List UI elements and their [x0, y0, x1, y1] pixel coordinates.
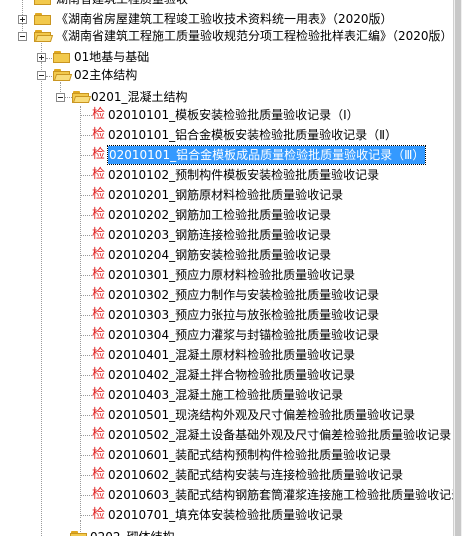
tree-connector [80, 115, 92, 116]
tree-connector [80, 355, 92, 356]
inspection-form-icon: 检 [92, 447, 106, 462]
folder-icon [70, 531, 88, 536]
tree-leaf-label: 02010201_钢筋原材料检验批质量验收记录 [108, 188, 344, 202]
tree-connector [80, 235, 92, 236]
folder-icon [34, 0, 52, 5]
tree-leaf-label: 02010304_预应力灌浆与封锚检验批质量验收记录 [108, 328, 380, 342]
tree-connector [80, 415, 92, 416]
inspection-form-icon: 检 [92, 307, 106, 322]
tree-leaf-label: 02010402_混凝土拌合物检验批质量验收记录 [108, 368, 356, 382]
tree-connector [80, 455, 92, 456]
vertical-scrollbar[interactable] [453, 0, 462, 536]
tree-node-main-structure[interactable]: 02主体结构 [36, 66, 454, 84]
tree-connector [80, 135, 92, 136]
tree-node-label: 《湖南省建筑工程施工质量验收规范分项工程检验批样表汇编》（2020版） [56, 29, 453, 43]
tree-leaf-label: 02010101_铝合金模板安装检验批质量验收记录（Ⅱ） [108, 128, 397, 142]
tree-node-inspection-lot-samples[interactable]: 《湖南省建筑工程施工质量验收规范分项工程检验批样表汇编》（2020版） [16, 27, 454, 45]
tree-leaf-label: 02010203_钢筋连接检验批质量验收记录 [108, 228, 332, 242]
tree-leaf-label: 02010502_混凝土设备基础外观及尺寸偏差检验批质量验收记录 [108, 428, 452, 442]
tree-node-label: 湖南省建筑工程质量验收 [56, 0, 188, 8]
tree-node-label: 01地基与基础 [74, 50, 150, 64]
tree-node-label: 0201_混凝土结构 [91, 90, 188, 104]
inspection-form-icon: 检 [92, 167, 106, 182]
tree-leaf-label: 02010401_混凝土原材料检验批质量验收记录 [108, 348, 356, 362]
tree-connector [80, 515, 92, 516]
folder-icon [34, 13, 52, 25]
tree-leaf-label: 02010403_混凝土施工检验批质量验收记录 [108, 388, 344, 402]
tree-connector [80, 435, 92, 436]
tree-leaf-label: 02010701_填充体安装检验批质量验收记录 [108, 508, 344, 522]
inspection-form-icon: 检 [92, 467, 106, 482]
tree-node-label: 《湖南省房屋建筑工程竣工验收技术资料统一用表》（2020版） [56, 12, 393, 26]
scrollbar-thumb[interactable] [455, 0, 461, 536]
tree-leaf-label: 02010302_预应力制作与安装检验批质量验收记录 [108, 288, 380, 302]
tree-view[interactable]: 湖南省建筑工程质量验收 《湖南省房屋建筑工程竣工验收技术资料统一用表》（2020… [0, 0, 454, 536]
tree-connector [80, 195, 92, 196]
tree-connector [80, 295, 92, 296]
tree-connector [80, 255, 92, 256]
tree-connector [80, 215, 92, 216]
tree-leaf-label: 02010602_装配式结构安装与连接检验批质量验收记录 [108, 468, 404, 482]
tree-connector [80, 155, 92, 156]
tree-node-masonry-structure[interactable]: 0202_砌体结构 [70, 528, 454, 536]
inspection-form-icon: 检 [92, 347, 106, 362]
tree-leaf-label: 02010101_铝合金模板成品质量检验批质量验收记录（Ⅲ） [106, 145, 427, 165]
collapse-minus-icon[interactable] [37, 71, 46, 80]
tree-leaf-label: 02010204_钢筋安装检验批质量验收记录 [108, 248, 332, 262]
inspection-form-icon: 检 [92, 247, 106, 262]
collapse-minus-icon[interactable] [18, 32, 27, 41]
tree-connector [80, 395, 92, 396]
folder-open-icon [72, 91, 92, 103]
inspection-form-icon: 检 [92, 327, 106, 342]
tree-node-foundation[interactable]: 01地基与基础 [36, 48, 454, 66]
collapse-minus-icon[interactable] [56, 93, 65, 102]
tree-leaf-label: 02010603_装配式结构钢筋套筒灌浆连接施工检验批质量验收记录 [108, 488, 454, 502]
inspection-form-icon: 检 [92, 387, 106, 402]
tree-connector [80, 475, 92, 476]
expand-plus-icon[interactable] [37, 53, 46, 62]
folder-open-icon [34, 30, 54, 42]
inspection-form-icon: 检 [92, 227, 106, 242]
tree-leaf-label: 02010202_钢筋加工检验批质量验收记录 [108, 208, 332, 222]
tree-leaf-label: 02010101_模板安装检验批质量验收记录（Ⅰ） [108, 108, 359, 122]
inspection-form-icon: 检 [92, 487, 106, 502]
tree-connector [80, 335, 92, 336]
tree-connector [41, 62, 42, 536]
inspection-form-icon: 检 [92, 187, 106, 202]
inspection-form-icon: 检 [92, 267, 106, 282]
tree-leaf-label: 02010301_预应力原材料检验批质量验收记录 [108, 268, 356, 282]
tree-node-label: 0202_砌体结构 [90, 528, 175, 536]
inspection-form-icon: 检 [92, 507, 106, 522]
expand-plus-icon[interactable] [18, 15, 27, 24]
tree-connector [80, 106, 81, 518]
tree-node-housing-acceptance-forms[interactable]: 《湖南省房屋建筑工程竣工验收技术资料统一用表》（2020版） [16, 10, 454, 28]
inspection-form-icon: 检 [92, 147, 106, 162]
tree-leaf-label: 02010601_装配式结构预制构件检验批质量验收记录 [108, 448, 392, 462]
inspection-form-icon: 检 [92, 367, 106, 382]
tree-connector [80, 175, 92, 176]
inspection-form-icon: 检 [92, 427, 106, 442]
tree-leaf-label: 02010501_现浇结构外观及尺寸偏差检验批质量验收记录 [108, 408, 416, 422]
tree-leaf-label: 02010102_预制构件模板安装检验批质量验收记录 [108, 168, 380, 182]
tree-connector [80, 275, 92, 276]
inspection-form-icon: 检 [92, 287, 106, 302]
folder-open-icon [53, 69, 73, 81]
inspection-form-icon: 检 [92, 107, 106, 122]
folder-icon [53, 51, 71, 63]
tree-node-label: 02主体结构 [74, 68, 138, 82]
inspection-form-icon: 检 [92, 127, 106, 142]
tree-node-concrete-structure[interactable]: 0201_混凝土结构 [56, 88, 454, 106]
tree-leaf-label: 02010303_预应力张拉与放张检验批质量验收记录 [108, 308, 380, 322]
tree-connector [80, 375, 92, 376]
inspection-form-icon: 检 [92, 407, 106, 422]
tree-connector [80, 315, 92, 316]
tree-connector [80, 495, 92, 496]
inspection-form-icon: 检 [92, 207, 106, 222]
